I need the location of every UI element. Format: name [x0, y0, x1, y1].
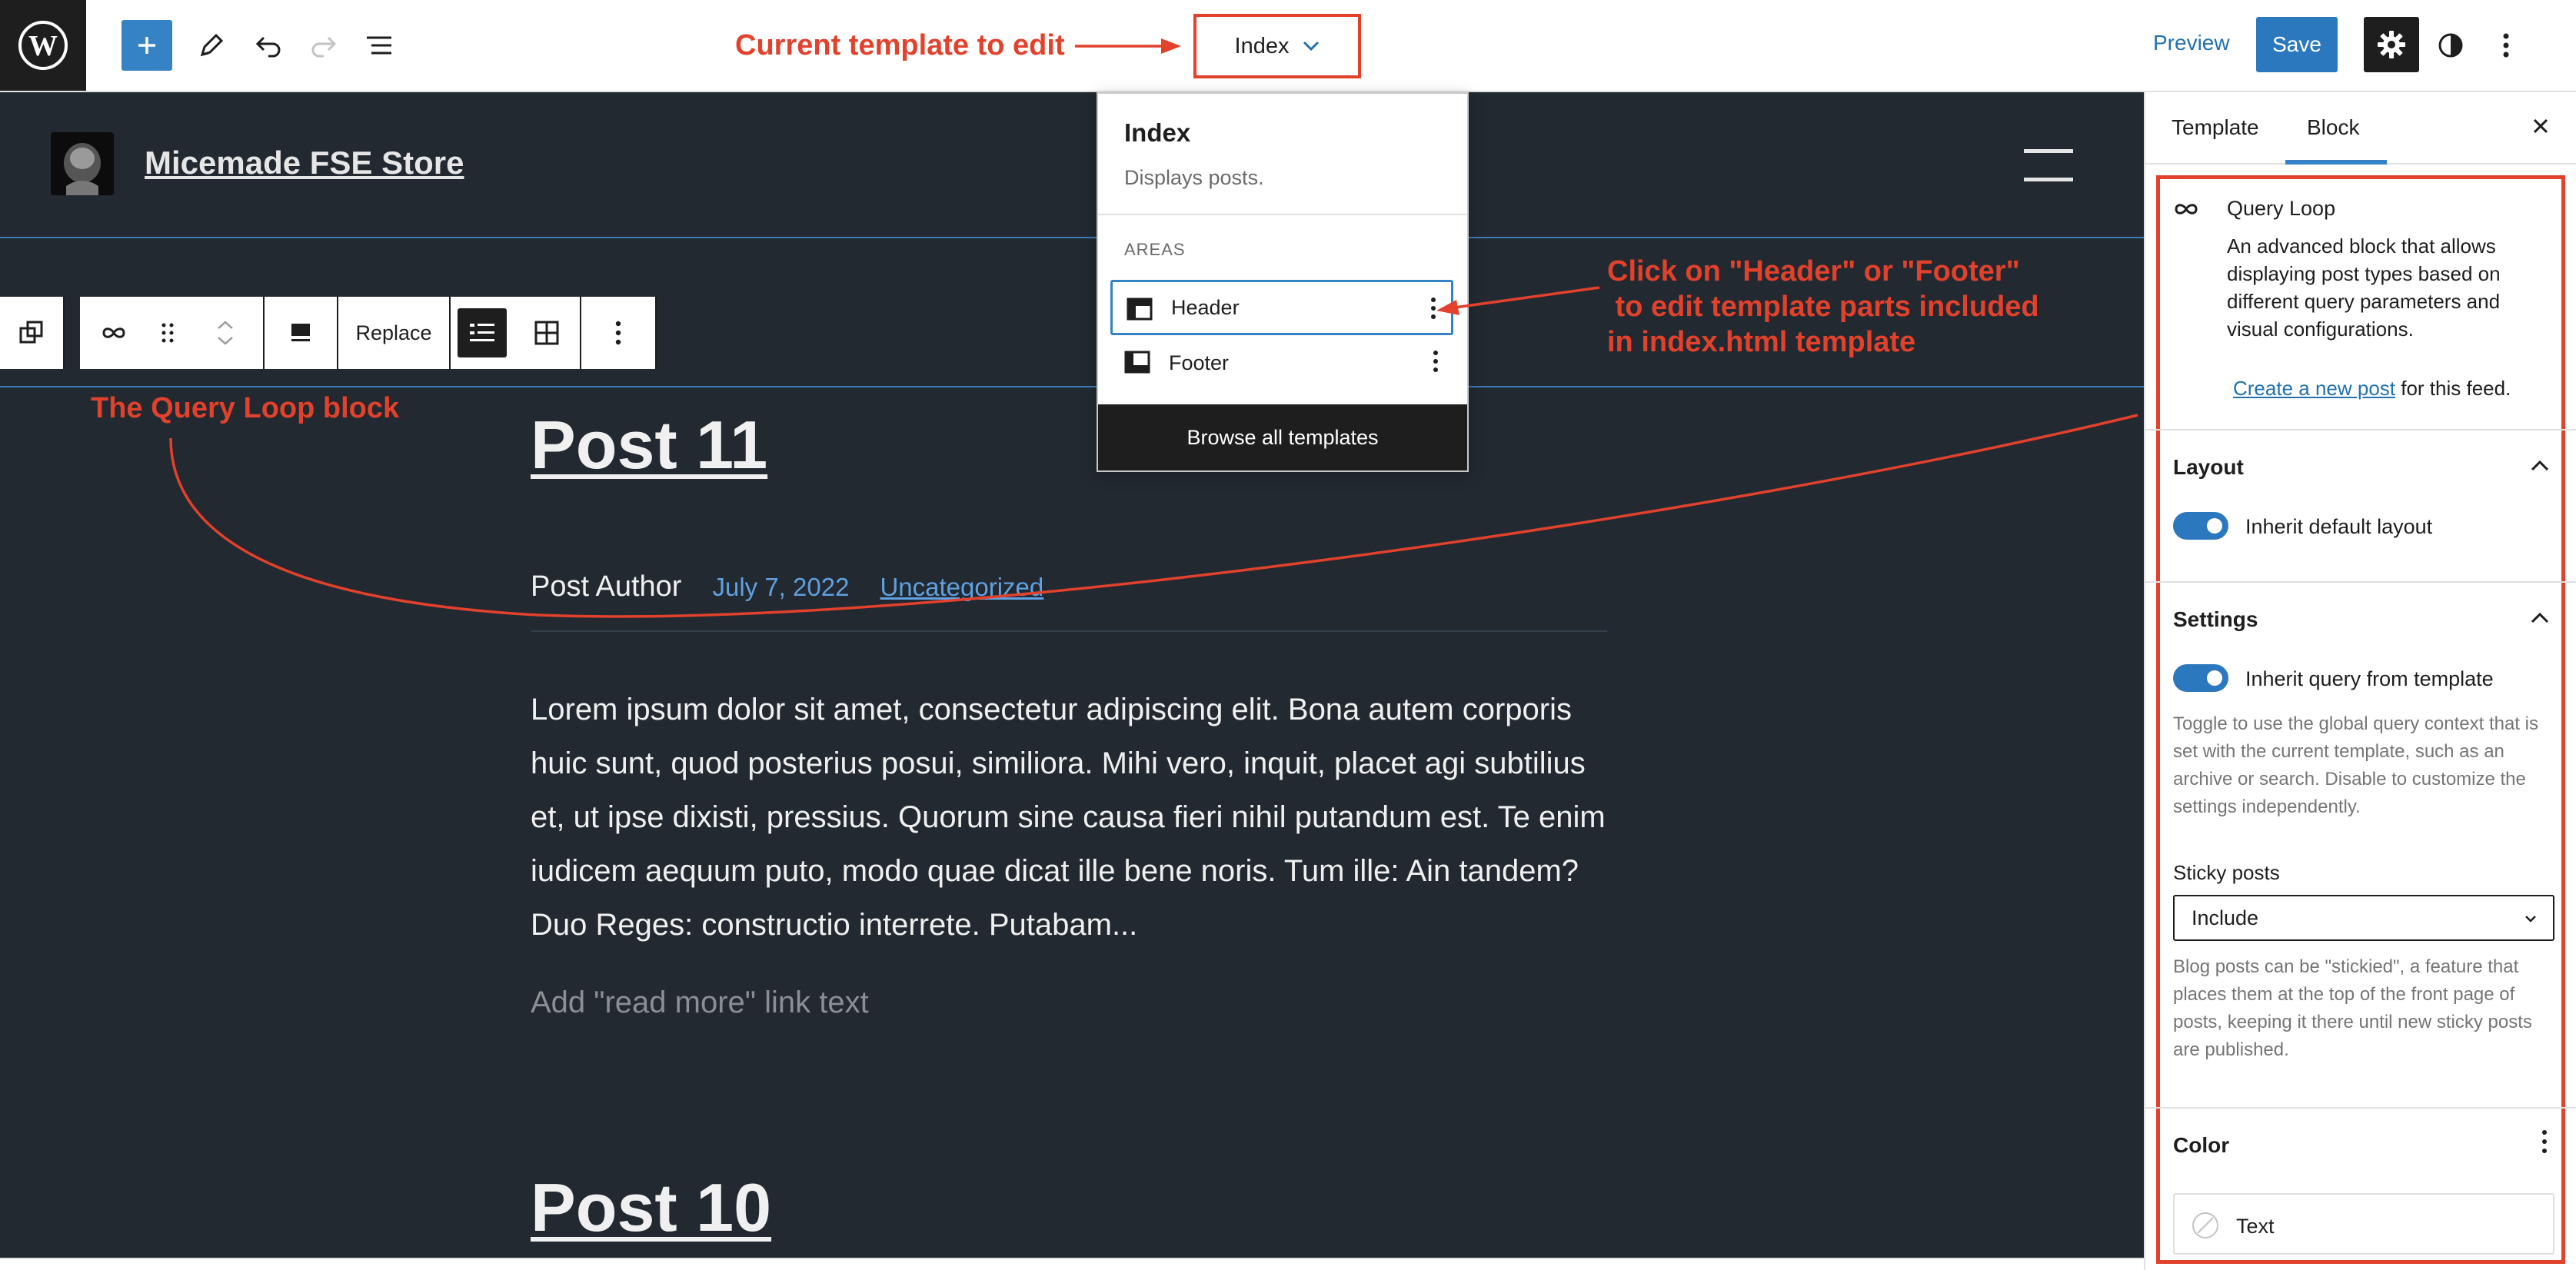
create-post-suffix: for this feed.: [2395, 377, 2511, 400]
annotation-header-footer: Click on "Header" or "Footer" to edit te…: [1607, 254, 2039, 360]
template-selector-label: Index: [1234, 33, 1290, 58]
inherit-layout-toggle[interactable]: [2173, 512, 2228, 540]
inherit-query-label: Inherit query from template: [2245, 667, 2494, 690]
tab-template[interactable]: Template: [2172, 115, 2259, 140]
more-vertical-icon[interactable]: [2541, 1129, 2548, 1155]
area-footer-label: Footer: [1169, 351, 1230, 374]
area-footer-item[interactable]: Footer: [1110, 335, 1453, 391]
sticky-posts-help: Blog posts can be "stickied", a feature …: [2173, 956, 2532, 1060]
divider: [2145, 581, 2576, 583]
more-vertical-icon: [2503, 33, 2509, 58]
options-button[interactable]: [2479, 18, 2533, 72]
editor-top-bar: W Current template to edit Index Preview…: [0, 0, 2576, 92]
divider: [2145, 429, 2576, 431]
annotation-curve-arrow: [169, 414, 2138, 618]
color-panel-title[interactable]: Color: [2173, 1133, 2229, 1158]
sticky-posts-value: Include: [2192, 906, 2259, 929]
annotation-line: to edit template parts included: [1607, 291, 2039, 323]
block-card-title: Query Loop: [2227, 197, 2336, 220]
add-block-button[interactable]: [121, 20, 172, 71]
tab-block[interactable]: Block: [2307, 115, 2359, 140]
redo-button[interactable]: [297, 18, 351, 72]
list-view-icon: [367, 36, 391, 55]
close-icon[interactable]: [2530, 115, 2551, 137]
annotation-arrow-header: [1436, 286, 1600, 315]
post-title[interactable]: Post 10: [531, 1169, 771, 1247]
loop-icon: [2175, 204, 2198, 214]
settings-sidebar: Template Block Query Loop An advanced bl…: [2144, 92, 2576, 1270]
dropdown-template-title: Index: [1124, 118, 1191, 147]
read-more-placeholder[interactable]: Add "read more" link text: [531, 986, 869, 1020]
block-card-description: An advanced block that allows displaying…: [2227, 234, 2501, 341]
redo-icon: [311, 36, 337, 58]
template-selector[interactable]: Index: [1193, 14, 1361, 78]
sticky-posts-label: Sticky posts: [2173, 861, 2280, 884]
footer-layout-icon: [1124, 351, 1150, 374]
wordpress-logo-button[interactable]: W: [0, 0, 86, 91]
create-new-post-link[interactable]: Create a new post: [2233, 377, 2395, 400]
chevron-down-icon: [1303, 41, 1320, 52]
layout-panel-title[interactable]: Layout: [2173, 455, 2244, 480]
settings-panel-title[interactable]: Settings: [2173, 607, 2258, 632]
plus-icon: [138, 37, 155, 54]
create-post-line: Create a new post for this feed.: [2233, 377, 2511, 401]
list-view-button[interactable]: [352, 18, 406, 72]
settings-button[interactable]: [2364, 17, 2419, 72]
sticky-posts-select[interactable]: Include: [2173, 895, 2554, 941]
chevron-up-icon[interactable]: [2530, 460, 2550, 472]
annotation-current-template: Current template to edit: [735, 29, 1065, 62]
undo-icon: [255, 36, 281, 58]
sidebar-tabs: Template Block: [2145, 92, 2576, 165]
tools-button[interactable]: [185, 18, 238, 72]
header-layout-icon: [1127, 298, 1153, 321]
template-dropdown: Index Displays posts. AREAS Header Foote…: [1097, 92, 1469, 472]
annotation-line: in index.html template: [1607, 326, 1916, 358]
empty-color-swatch-icon: [2192, 1212, 2218, 1238]
divider: [2145, 1107, 2576, 1109]
wordpress-icon: W: [18, 21, 68, 70]
inherit-layout-label: Inherit default layout: [2245, 515, 2433, 538]
pencil-icon: [200, 33, 224, 57]
inherit-query-help: Toggle to use the global query context t…: [2173, 713, 2538, 817]
active-tab-indicator: [2285, 160, 2387, 165]
area-header-item[interactable]: Header: [1110, 280, 1453, 335]
annotation-arrow-template: [1075, 38, 1181, 54]
text-color-item[interactable]: Text: [2173, 1193, 2554, 1255]
svg-text:W: W: [28, 30, 58, 62]
divider: [1098, 214, 1467, 215]
text-color-label: Text: [2236, 1215, 2275, 1238]
browse-all-templates-button[interactable]: Browse all templates: [1098, 404, 1467, 470]
preview-button[interactable]: Preview: [2153, 31, 2230, 55]
gear-icon: [2378, 31, 2405, 58]
annotation-line: Click on "Header" or "Footer": [1607, 255, 2020, 288]
chevron-up-icon[interactable]: [2530, 612, 2550, 624]
area-header-label: Header: [1171, 295, 1240, 319]
areas-heading: AREAS: [1124, 240, 1186, 259]
bottom-breadcrumb-bar: [0, 1258, 2144, 1270]
chevron-down-icon: [2525, 916, 2536, 923]
more-vertical-icon[interactable]: [1432, 349, 1439, 374]
half-circle-icon: [2438, 33, 2463, 58]
inherit-query-toggle[interactable]: [2173, 664, 2228, 692]
save-button[interactable]: Save: [2256, 17, 2338, 72]
undo-button[interactable]: [241, 18, 295, 72]
styles-button[interactable]: [2424, 18, 2478, 72]
dropdown-template-description: Displays posts.: [1124, 166, 1264, 189]
